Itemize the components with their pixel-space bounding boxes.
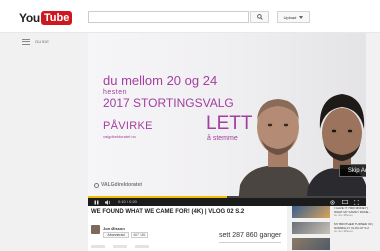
ad-people-image [238, 94, 366, 204]
theater-mode-button[interactable] [342, 198, 348, 206]
fullscreen-icon [354, 199, 359, 205]
related-video-item[interactable]: I GAVE IT 7000 MONEY | WHAT MY FAMILY DO… [292, 206, 377, 219]
skip-ad-button[interactable]: Skip Ad ▶| [339, 164, 366, 177]
related-video-item[interactable] [292, 238, 377, 251]
video-info-panel: WE FOUND WHAT WE CAME FOR! (4K) | VLOG 0… [88, 206, 287, 251]
volume-button[interactable] [105, 198, 111, 206]
chevron-down-icon [299, 15, 304, 19]
youtube-watch-page: You Tube Upload GUIDE du mellom 20 og 24… [0, 0, 380, 251]
share-button[interactable] [113, 245, 127, 248]
gear-icon [330, 199, 335, 205]
related-video-item[interactable]: MY BROTHER TURNED 30 | NORMALLY VLOG 07 … [292, 222, 377, 235]
channel-name[interactable]: Jon Ølsson [103, 226, 125, 231]
search-input[interactable] [88, 11, 249, 23]
view-count: sett 287 860 ganger [219, 232, 282, 239]
ad-brand-text: VALGdirektoratet [101, 182, 143, 188]
menu-icon [22, 37, 30, 46]
guide-button[interactable]: GUIDE [22, 37, 49, 46]
pause-icon [94, 200, 99, 204]
guide-label: GUIDE [35, 39, 50, 44]
related-videos: I GAVE IT 7000 MONEY | WHAT MY FAMILY DO… [292, 206, 377, 251]
masthead: You Tube Upload [0, 0, 380, 33]
ad-stemme-text: å stemme [207, 135, 238, 142]
ad-headline-election: 2017 STORTINGSVALG [103, 96, 234, 110]
logo-you-text: You [19, 10, 40, 25]
upload-button[interactable]: Upload [277, 11, 310, 23]
settings-button[interactable] [330, 198, 335, 206]
fullscreen-button[interactable] [354, 198, 359, 206]
video-player[interactable]: du mellom 20 og 24 hesten 2017 STORTINGS… [88, 33, 366, 204]
like-ratio-bar [219, 242, 281, 243]
ad-paavirke-text: PÅVIRKE [103, 120, 153, 132]
ad-headline-season: hesten [103, 89, 128, 96]
search-button[interactable] [250, 11, 269, 23]
search-icon [256, 14, 263, 20]
time-display: 0:10 / 0:20 [118, 199, 137, 204]
ad-url-text: valgdirektoratet.no [103, 134, 136, 139]
related-thumbnail[interactable] [292, 238, 330, 250]
related-thumbnail[interactable] [292, 206, 330, 218]
play-button[interactable] [94, 198, 99, 206]
related-meta: av Jon Ølsson [334, 229, 354, 233]
theater-icon [342, 200, 348, 204]
related-meta: av Jon Ølsson [334, 213, 354, 217]
volume-icon [105, 199, 111, 205]
subscriber-count: 467 181 [131, 232, 148, 238]
brand-mark-icon [94, 182, 99, 188]
youtube-logo[interactable]: You Tube [19, 9, 73, 26]
like-button[interactable] [91, 245, 105, 248]
ad-brand: VALGdirektoratet [94, 182, 142, 188]
subscribe-button[interactable]: Abonnerad [103, 232, 129, 238]
channel-avatar[interactable] [91, 225, 100, 234]
player-controls: 0:10 / 0:20 [88, 198, 366, 206]
action-bar [91, 245, 149, 248]
video-title: WE FOUND WHAT WE CAME FOR! (4K) | VLOG 0… [91, 209, 245, 215]
more-button[interactable] [135, 245, 149, 248]
logo-tube-text: Tube [40, 10, 73, 25]
related-thumbnail[interactable] [292, 222, 330, 234]
ad-headline-age: du mellom 20 og 24 [103, 73, 218, 88]
upload-label: Upload [283, 14, 297, 20]
